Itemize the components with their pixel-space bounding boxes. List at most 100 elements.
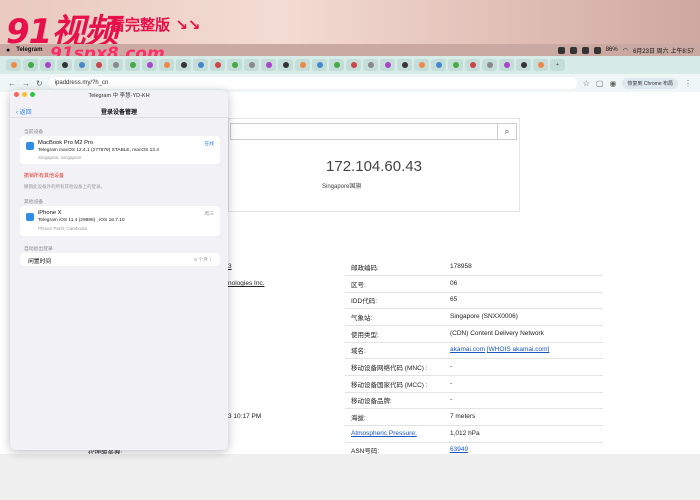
browser-tab[interactable] [227, 59, 242, 71]
tab-favicon-icon [367, 62, 374, 68]
status-icon[interactable] [557, 46, 565, 54]
flag-image-alt: Singapore国旗 [322, 184, 362, 190]
ip-address: 172.104.60.43 [326, 158, 422, 175]
tab-favicon-icon [78, 62, 85, 68]
apple-icon[interactable]: ● [6, 47, 10, 54]
idle-time-row[interactable]: 闲置时间 6 个月 〉 [20, 253, 220, 266]
tab-favicon-icon [469, 62, 476, 68]
tab-favicon-icon [10, 62, 17, 68]
browser-tab[interactable] [125, 59, 140, 71]
tab-favicon-icon [112, 62, 119, 68]
browser-tab[interactable] [6, 59, 21, 71]
device-name: iPhone X [38, 210, 62, 216]
browser-tab[interactable] [40, 59, 55, 71]
browser-tab[interactable] [448, 59, 463, 71]
new-tab-button[interactable]: + [550, 59, 565, 71]
device-status: 在线 [204, 142, 214, 147]
back-arrow-icon[interactable]: ← [8, 79, 16, 88]
browser-tab[interactable] [465, 59, 480, 71]
search-button[interactable]: ⌕ [497, 123, 517, 140]
browser-tab[interactable] [329, 59, 344, 71]
tab-favicon-icon [163, 62, 170, 68]
extensions-icon[interactable]: ▢ [596, 79, 604, 88]
tab-favicon-icon [180, 62, 187, 68]
browser-tab[interactable] [244, 59, 259, 71]
browser-tab[interactable] [210, 59, 225, 71]
browser-tab[interactable] [414, 59, 429, 71]
browser-tab[interactable] [74, 59, 89, 71]
tab-favicon-icon [146, 62, 153, 68]
other-device-card[interactable]: iPhone X Telegram iOS 11.4 (29896) , iOS… [20, 206, 220, 236]
laptop-icon [26, 142, 34, 150]
wifi-icon[interactable]: ◠ [623, 47, 628, 54]
browser-tab[interactable] [108, 59, 123, 71]
browser-tab[interactable] [91, 59, 106, 71]
bookmark-star-icon[interactable]: ☆ [583, 79, 590, 88]
terminate-hint: 撤销此设备外的所有其他设备上的登录。 [24, 184, 105, 189]
tab-favicon-icon [350, 62, 357, 68]
current-device-card[interactable]: MacBook Pro M2 Pro Telegram macOS 12.4.1… [20, 136, 220, 164]
browser-tab[interactable] [346, 59, 361, 71]
browser-tab[interactable] [363, 59, 378, 71]
profile-icon[interactable]: ◉ [609, 79, 616, 88]
row-key: 移动设备国家代码 (MCC) : [351, 381, 428, 389]
status-icon[interactable] [581, 46, 589, 54]
browser-tab[interactable] [516, 59, 531, 71]
row-value: - [450, 396, 453, 404]
chrome-layout-button[interactable]: 恢复到 Chrome 布局 [622, 77, 678, 89]
row-key: 区号: [351, 281, 366, 289]
reload-icon[interactable]: ↻ [36, 79, 43, 88]
bottom-area [0, 454, 700, 500]
forward-arrow-icon[interactable]: → [22, 79, 30, 88]
row-key-link[interactable]: Atmospheric Pressure: [345, 430, 450, 437]
browser-tab[interactable] [57, 59, 72, 71]
tab-favicon-icon [503, 62, 510, 68]
browser-tab[interactable] [261, 59, 276, 71]
phone-icon [26, 213, 34, 221]
table-row: 移动设备品牌: - [345, 392, 603, 409]
browser-tab[interactable] [312, 59, 327, 71]
row-value: Singapore (SNXX0006) [450, 313, 518, 321]
browser-tab[interactable] [142, 59, 157, 71]
browser-tab[interactable] [482, 59, 497, 71]
browser-tab[interactable] [193, 59, 208, 71]
browser-tab[interactable] [23, 59, 38, 71]
menu-dots-icon[interactable]: ⋮ [684, 79, 692, 88]
row-value: 178958 [450, 263, 472, 271]
battery-percent[interactable]: 86% [606, 47, 618, 53]
left-fragment: 3 10:17 PM [228, 413, 262, 420]
browser-tab[interactable] [159, 59, 174, 71]
asn-link[interactable]: 63949 [450, 446, 603, 453]
row-key: 邮政编码: [351, 264, 379, 272]
tab-favicon-icon [452, 62, 459, 68]
tab-favicon-icon [418, 62, 425, 68]
row-value: 7 meters [450, 413, 476, 421]
browser-tab[interactable] [295, 59, 310, 71]
browser-tab[interactable] [397, 59, 412, 71]
terminate-sessions-button[interactable]: 撤销所有其他设备 [24, 172, 64, 179]
section-label-auto-logout: 自动退出登录 [24, 247, 53, 252]
left-fragment-link[interactable]: 3 [228, 263, 232, 270]
url-field[interactable]: ipaddress.my/?h_cn [48, 77, 577, 89]
status-icon[interactable] [593, 46, 601, 54]
browser-tab[interactable] [533, 59, 548, 71]
browser-tab[interactable] [176, 59, 191, 71]
status-icon[interactable] [569, 46, 577, 54]
ip-search-input[interactable] [230, 123, 498, 140]
idle-time-label: 闲置时间 [28, 259, 52, 265]
browser-tab[interactable] [499, 59, 514, 71]
row-key: 移动设备品牌: [351, 397, 392, 405]
row-value: - [450, 380, 453, 388]
browser-tab[interactable] [380, 59, 395, 71]
browser-tab[interactable] [431, 59, 446, 71]
menu-app-name[interactable]: Telegram [16, 47, 42, 53]
whois-link[interactable]: [WHOIS akamai.com] [487, 346, 549, 353]
table-row: 移动设备国家代码 (MCC) : - [345, 376, 603, 393]
tab-favicon-icon [197, 62, 204, 68]
clock[interactable]: 6月23日 周六 上午8:57 [633, 46, 694, 55]
left-fragment-link[interactable]: nologies Inc. [228, 280, 265, 287]
tab-favicon-icon [95, 62, 102, 68]
domain-link[interactable]: akamai.com [450, 346, 485, 353]
browser-tab[interactable] [278, 59, 293, 71]
device-name: MacBook Pro M2 Pro [38, 140, 94, 146]
